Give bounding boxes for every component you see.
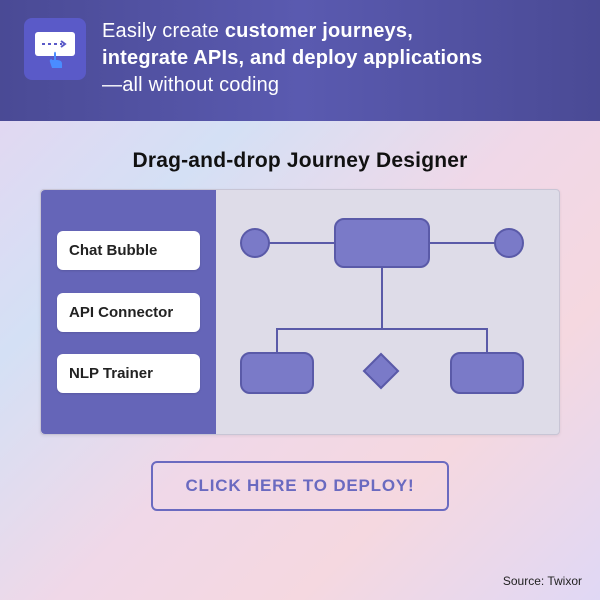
connector [268,242,334,244]
palette-item-api-connector[interactable]: API Connector [57,293,200,332]
design-canvas[interactable] [216,190,559,434]
connector [430,242,496,244]
header-copy: Easily create customer journeys, integra… [102,18,482,99]
node-process-right[interactable] [450,352,524,394]
palette-item-chat-bubble[interactable]: Chat Bubble [57,231,200,270]
header-line3-plain: —all without coding [102,72,482,99]
node-start[interactable] [240,228,270,258]
node-process-left[interactable] [240,352,314,394]
connector [276,328,488,330]
source-attribution: Source: Twixor [503,574,582,588]
designer-title: Drag-and-drop Journey Designer [40,149,560,173]
node-process-top[interactable] [334,218,430,268]
connector [381,268,383,328]
touch-interface-icon [24,18,86,80]
palette-item-nlp-trainer[interactable]: NLP Trainer [57,354,200,393]
node-end[interactable] [494,228,524,258]
promo-header: Easily create customer journeys, integra… [0,0,600,121]
header-line2-bold: integrate APIs, and deploy applications [102,47,482,69]
deploy-button[interactable]: CLICK HERE TO DEPLOY! [151,461,448,511]
node-decision[interactable] [363,353,400,390]
header-line1-bold: customer journeys, [225,20,413,42]
journey-designer: Chat Bubble API Connector NLP Trainer [40,189,560,435]
component-palette: Chat Bubble API Connector NLP Trainer [41,190,216,434]
header-line1-plain: Easily create [102,20,225,42]
